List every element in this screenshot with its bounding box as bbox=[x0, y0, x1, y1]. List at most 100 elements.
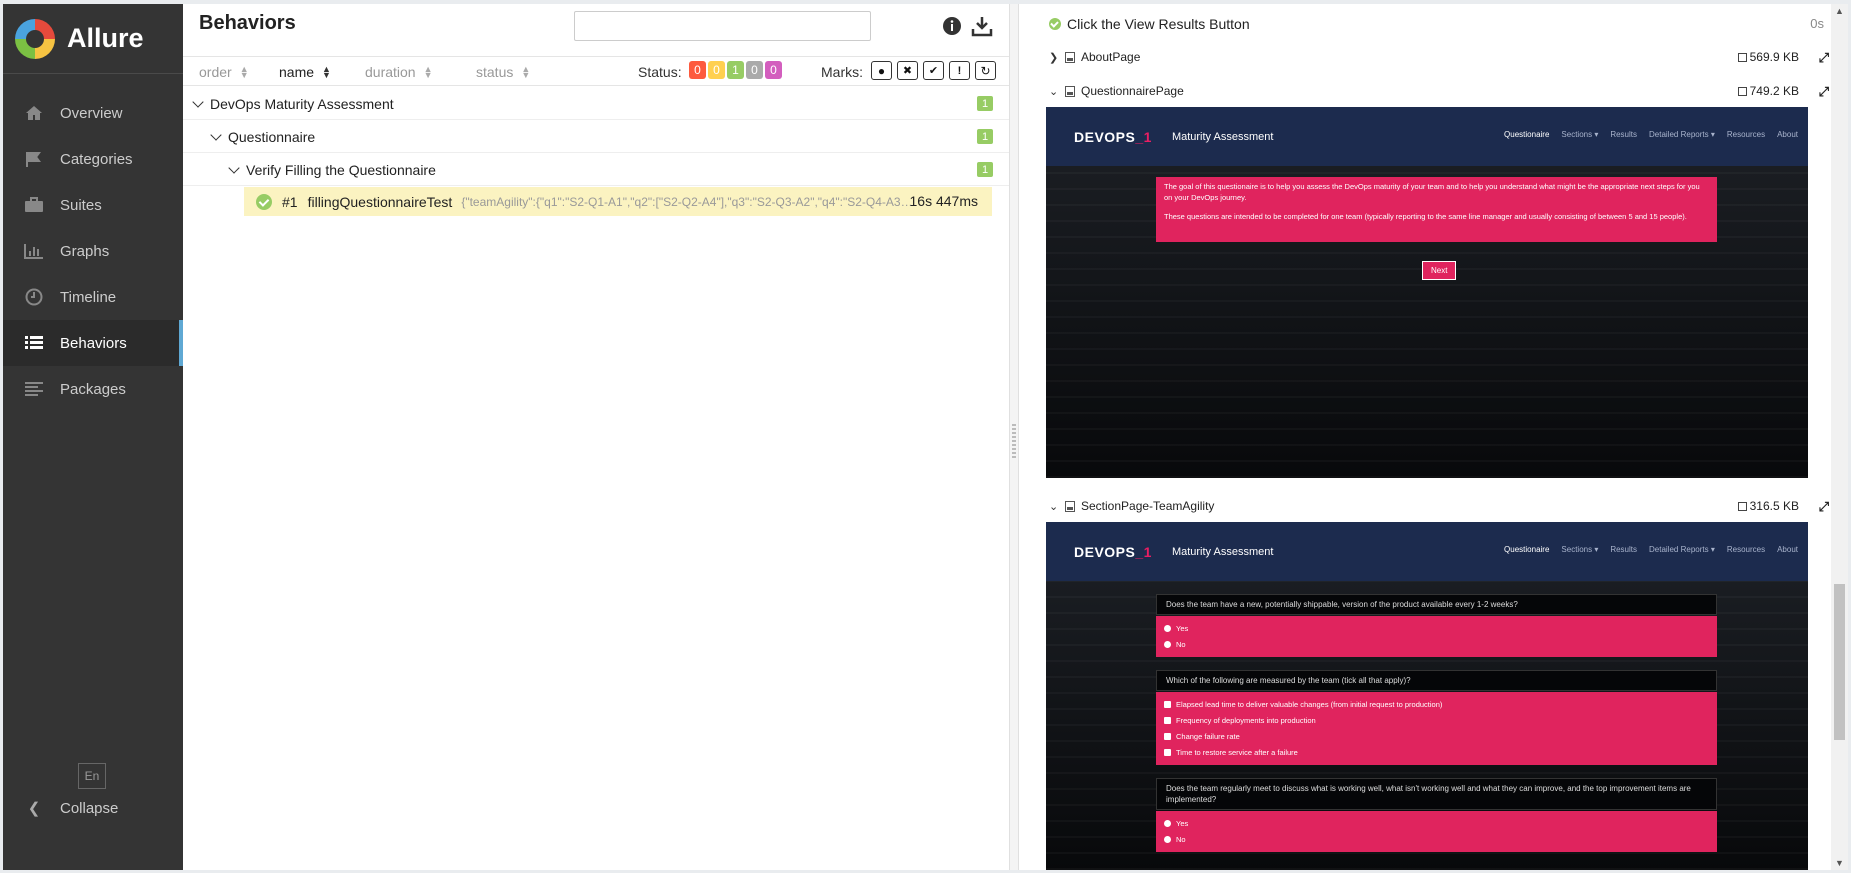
sort-status-label: status bbox=[476, 64, 514, 80]
attachment-row[interactable]: ❯ AboutPage 569.9 KB ⤢ bbox=[1049, 46, 1829, 68]
step-name: Click the View Results Button bbox=[1067, 16, 1250, 32]
screenshot-nav-item: About bbox=[1777, 130, 1798, 139]
logo-accent: _1 bbox=[1135, 128, 1152, 145]
file-size-icon bbox=[1737, 501, 1747, 511]
home-icon bbox=[23, 104, 45, 122]
attachment-name: AboutPage bbox=[1081, 50, 1141, 64]
sidebar-item-label: Categories bbox=[60, 150, 133, 168]
sidebar-item-packages[interactable]: Packages bbox=[3, 366, 183, 412]
screenshot-nav-item: Sections ▾ bbox=[1561, 130, 1599, 139]
attachment-size-value: 316.5 KB bbox=[1749, 499, 1799, 513]
refresh-icon: ↻ bbox=[980, 63, 991, 78]
attachment-screenshot-section-team-agility[interactable]: DEVOPS_1 Maturity Assessment Questionair… bbox=[1046, 522, 1808, 870]
marks-filter-label: Marks: bbox=[821, 64, 863, 80]
option-label: No bbox=[1176, 639, 1186, 649]
step-duration: 0s bbox=[1810, 16, 1824, 31]
radio-option: Yes bbox=[1164, 620, 1709, 636]
passed-check-icon bbox=[256, 193, 272, 210]
flaky-mark-toggle[interactable]: ● bbox=[871, 61, 892, 80]
sidebar-item-behaviors[interactable]: Behaviors bbox=[3, 320, 183, 366]
allure-logo-icon bbox=[15, 18, 55, 59]
tree-row-feature[interactable]: Questionnaire 1 bbox=[183, 121, 1009, 153]
sidebar-item-label: Packages bbox=[60, 380, 126, 398]
tree-row-label: Verify Filling the Questionnaire bbox=[246, 161, 436, 178]
scrollbar-thumb[interactable] bbox=[1834, 584, 1845, 740]
status-unknown-toggle[interactable]: 0 bbox=[765, 61, 782, 79]
sort-duration-label: duration bbox=[365, 64, 416, 80]
test-case-row[interactable]: #1 fillingQuestionnaireTest {"teamAgilit… bbox=[244, 187, 992, 216]
expand-icon[interactable]: ⤢ bbox=[1819, 499, 1829, 515]
sort-name[interactable]: name ▲ ▼ bbox=[279, 64, 331, 80]
sort-arrows-icon: ▲ ▼ bbox=[423, 64, 433, 80]
attachment-size: 316.5 KB bbox=[1737, 499, 1799, 513]
status-passed-toggle[interactable]: 1 bbox=[727, 61, 744, 79]
radio-icon bbox=[1164, 640, 1171, 648]
page-title: Behaviors bbox=[199, 12, 296, 34]
exclamation-circle-icon: ! bbox=[957, 64, 962, 77]
intro-paragraph: The goal of this questionaire is to help… bbox=[1164, 182, 1700, 202]
download-icon[interactable] bbox=[971, 15, 993, 37]
sidebar-item-label: Timeline bbox=[60, 288, 117, 306]
attachment-screenshot-questionnaire[interactable]: DEVOPS_1 Maturity Assessment Questionair… bbox=[1046, 107, 1808, 478]
expand-icon[interactable]: ⤢ bbox=[1819, 84, 1829, 100]
checkbox-icon bbox=[1164, 716, 1171, 724]
file-size-icon bbox=[1737, 86, 1747, 96]
question-options: Elapsed lead time to deliver valuable ch… bbox=[1156, 692, 1717, 765]
scroll-down-icon[interactable]: ▼ bbox=[1835, 858, 1844, 868]
attachment-size-value: 749.2 KB bbox=[1749, 84, 1799, 98]
info-icon[interactable] bbox=[942, 16, 962, 36]
brand[interactable]: Allure bbox=[3, 4, 183, 74]
sidebar-item-label: Behaviors bbox=[60, 334, 127, 352]
screenshot-nav-item: Resources bbox=[1726, 130, 1766, 139]
brand-name: Allure bbox=[67, 23, 144, 53]
checkbox-icon bbox=[1164, 700, 1171, 708]
sidebar-item-label: Graphs bbox=[60, 242, 110, 260]
screenshot-nav-item: Results bbox=[1610, 130, 1638, 139]
attachment-row[interactable]: ⌄ QuestionnairePage 749.2 KB ⤢ bbox=[1049, 80, 1829, 102]
status-failed-toggle[interactable]: 0 bbox=[689, 61, 706, 79]
language-switcher[interactable]: En bbox=[78, 763, 106, 789]
chevron-left-icon: ❮ bbox=[27, 800, 41, 817]
status-broken-toggle[interactable]: 0 bbox=[708, 61, 725, 79]
question-options: Yes No bbox=[1156, 616, 1717, 657]
sidebar-item-label: Suites bbox=[60, 196, 102, 214]
sidebar-item-overview[interactable]: Overview bbox=[3, 90, 183, 136]
step-row[interactable]: Click the View Results Button bbox=[1049, 16, 1250, 32]
sidebar-item-categories[interactable]: Categories bbox=[3, 136, 183, 182]
tree-row-epic[interactable]: DevOps Maturity Assessment 1 bbox=[183, 88, 1009, 120]
sort-name-label: name bbox=[279, 64, 315, 80]
sidebar-item-suites[interactable]: Suites bbox=[3, 182, 183, 228]
attachment-size: 569.9 KB bbox=[1737, 50, 1799, 64]
sort-order[interactable]: order ▲ ▼ bbox=[199, 64, 249, 80]
check-circle-icon: ✔ bbox=[928, 65, 939, 77]
retries-mark-toggle[interactable]: ↻ bbox=[975, 61, 996, 80]
count-badge: 1 bbox=[977, 96, 993, 111]
new-failed-mark-toggle[interactable]: ✖ bbox=[897, 61, 918, 80]
screenshot-app-title: Maturity Assessment bbox=[1171, 545, 1274, 558]
tree-row-story[interactable]: Verify Filling the Questionnaire 1 bbox=[183, 154, 1009, 186]
test-duration: 16s 447ms bbox=[909, 193, 978, 209]
expand-icon[interactable]: ⤢ bbox=[1819, 50, 1829, 66]
sort-arrows-icon: ▲ ▼ bbox=[239, 64, 249, 80]
sort-duration[interactable]: duration ▲ ▼ bbox=[365, 64, 433, 80]
radio-icon bbox=[1164, 835, 1171, 843]
pane-splitter[interactable] bbox=[1009, 4, 1019, 870]
new-broken-mark-toggle[interactable]: ! bbox=[949, 61, 970, 80]
search-input[interactable] bbox=[574, 11, 871, 41]
test-order: #1 bbox=[282, 193, 298, 210]
screenshot-nav-item: Questionaire bbox=[1504, 545, 1550, 554]
question-heading: Which of the following are measured by t… bbox=[1156, 670, 1717, 691]
collapse-button[interactable]: ❮ Collapse bbox=[23, 799, 119, 818]
sidebar-item-graphs[interactable]: Graphs bbox=[3, 228, 183, 274]
checkbox-option: Time to restore service after a failure bbox=[1164, 744, 1709, 760]
details-scrollbar[interactable]: ▲ ▼ bbox=[1831, 4, 1848, 870]
sidebar-item-timeline[interactable]: Timeline bbox=[3, 274, 183, 320]
new-passed-mark-toggle[interactable]: ✔ bbox=[923, 61, 944, 80]
status-skipped-toggle[interactable]: 0 bbox=[746, 61, 763, 79]
allure-report-window: Allure Overview Categories Suites Graphs… bbox=[3, 4, 1848, 870]
sort-status[interactable]: status ▲ ▼ bbox=[476, 64, 530, 80]
attachment-size-value: 569.9 KB bbox=[1749, 50, 1799, 64]
screenshot-nav-item: Sections ▾ bbox=[1561, 545, 1599, 554]
scroll-up-icon[interactable]: ▲ bbox=[1835, 6, 1844, 16]
attachment-row[interactable]: ⌄ SectionPage-TeamAgility 316.5 KB ⤢ bbox=[1049, 495, 1829, 517]
